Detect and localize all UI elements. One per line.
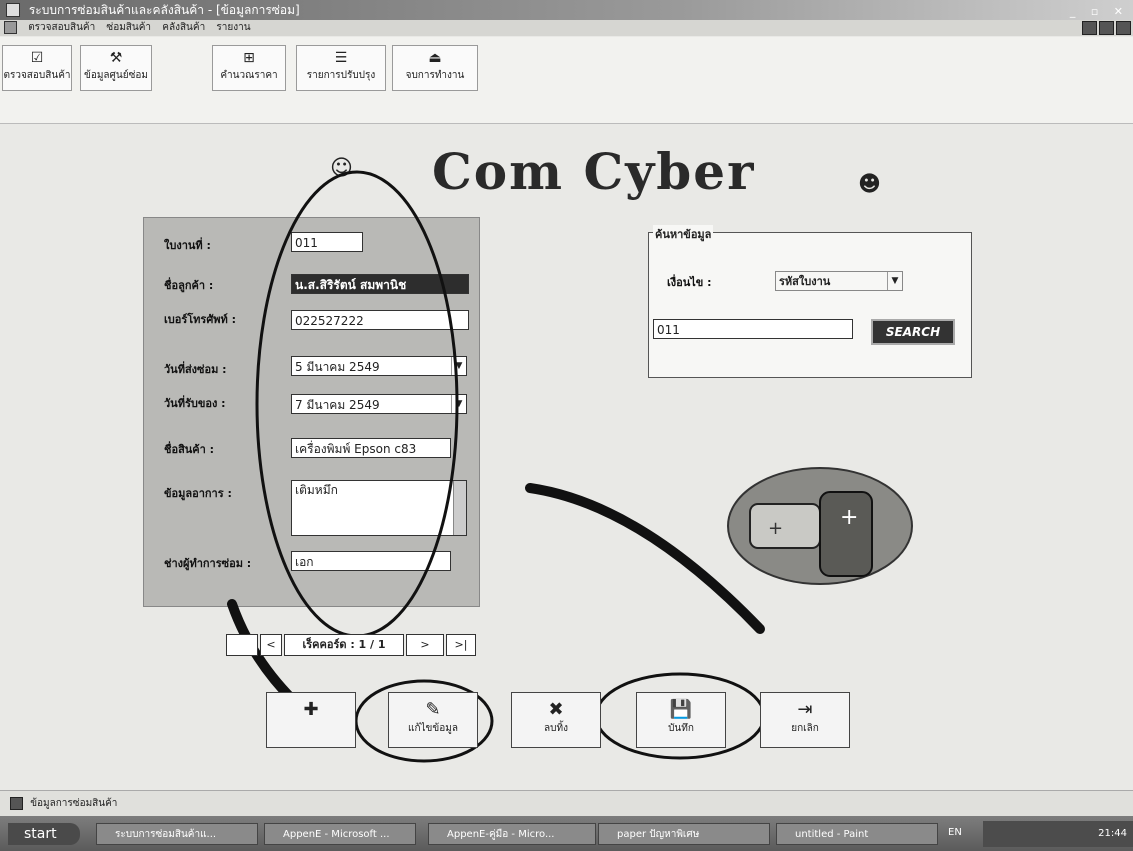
exit-button[interactable]: ⏏ จบการทำงาน [392,45,478,91]
window-title: ระบบการซ่อมสินค้าและคลังสินค้า - [ข้อมูล… [28,3,300,17]
task-appene-word[interactable]: AppenE - Microsoft ... [264,823,416,845]
floppy-disk-icon: 💾 [669,699,693,720]
toolbar: ☑ ตรวจสอบสินค้า ⚒ ข้อมูลศูนย์ซ่อม ⊞ คำนวณรา… [0,37,1133,124]
repair-center-button[interactable]: ⚒ ข้อมูลศูนย์ซ่อม [80,45,152,91]
cancel-button[interactable]: ⇥ ยกเลิก [760,692,850,748]
edit-button[interactable]: ✎ แก้ไขข้อมูล [388,692,478,748]
mdi-controls[interactable] [1082,21,1131,35]
menu-item-repair[interactable]: ซ่อมสินค้า [106,22,151,33]
window-controls[interactable]: _ ▫ ✕ [1070,2,1129,22]
nav-next[interactable]: > [406,634,444,656]
menu-bar: ตรวจสอบสินค้า ซ่อมสินค้า คลังสินค้า รายง… [0,20,1133,36]
task-paint[interactable]: untitled - Paint [776,823,938,845]
exit-icon: ⏏ [428,50,442,66]
list-icon: ☰ [334,50,348,66]
add-button[interactable]: ✚ [266,692,356,748]
menu-item-warehouse[interactable]: คลังสินค้า [162,22,205,33]
delete-button[interactable]: ✖ ลบทิ้ง [511,692,601,748]
nav-first[interactable] [226,634,258,656]
record-indicator: เร็คคอร์ด : 1 / 1 [284,634,404,656]
menu-item-report[interactable]: รายงาน [216,22,250,33]
save-button[interactable]: 💾 บันทึก [636,692,726,748]
delete-icon: ✖ [548,699,564,720]
calculator-icon: ⊞ [243,50,255,66]
language-indicator[interactable]: EN [948,827,962,838]
check-icon: ☑ [30,50,44,66]
check-product-button[interactable]: ☑ ตรวจสอบสินค้า [2,45,72,91]
system-tray: 21:44 [983,821,1133,847]
clock: 21:44 [1098,828,1127,839]
nav-prev[interactable]: < [260,634,282,656]
main-area: ☺ Com Cyber ☻ ใบงานที่ : 011 ชื่อลูกค้า … [0,124,1133,814]
start-button[interactable]: start [8,823,80,845]
app-icon [6,3,20,17]
task-appene-manual[interactable]: AppenE-คู่มือ - Micro... [428,823,596,845]
calculate-price-button[interactable]: ⊞ คำนวณราคา [212,45,286,91]
tools-icon: ⚒ [109,50,123,66]
taskbar: start ระบบการซ่อมสินค้าแ... AppenE - Mic… [0,816,1133,851]
update-list-button[interactable]: ☰ รายการปรับปรุง [296,45,386,91]
task-repair-system[interactable]: ระบบการซ่อมสินค้าแ... [96,823,258,845]
title-bar: ระบบการซ่อมสินค้าและคลังสินค้า - [ข้อมูล… [0,0,1133,20]
exit-door-icon: ⇥ [797,699,813,720]
record-navigator: < เร็คคอร์ด : 1 / 1 > >| [226,634,488,656]
task-paper[interactable]: paper ปัญหาพิเศษ [598,823,770,845]
status-text: ข้อมูลการซ่อมสินค้า [30,798,118,809]
menu-item-check[interactable]: ตรวจสอบสินค้า [28,22,95,33]
status-bar: ข้อมูลการซ่อมสินค้า [0,790,1133,817]
nav-last[interactable]: >| [446,634,476,656]
status-icon [10,796,23,810]
pencil-icon: ✎ [425,699,441,720]
add-icon: ✚ [303,699,319,720]
document-icon [4,20,17,34]
